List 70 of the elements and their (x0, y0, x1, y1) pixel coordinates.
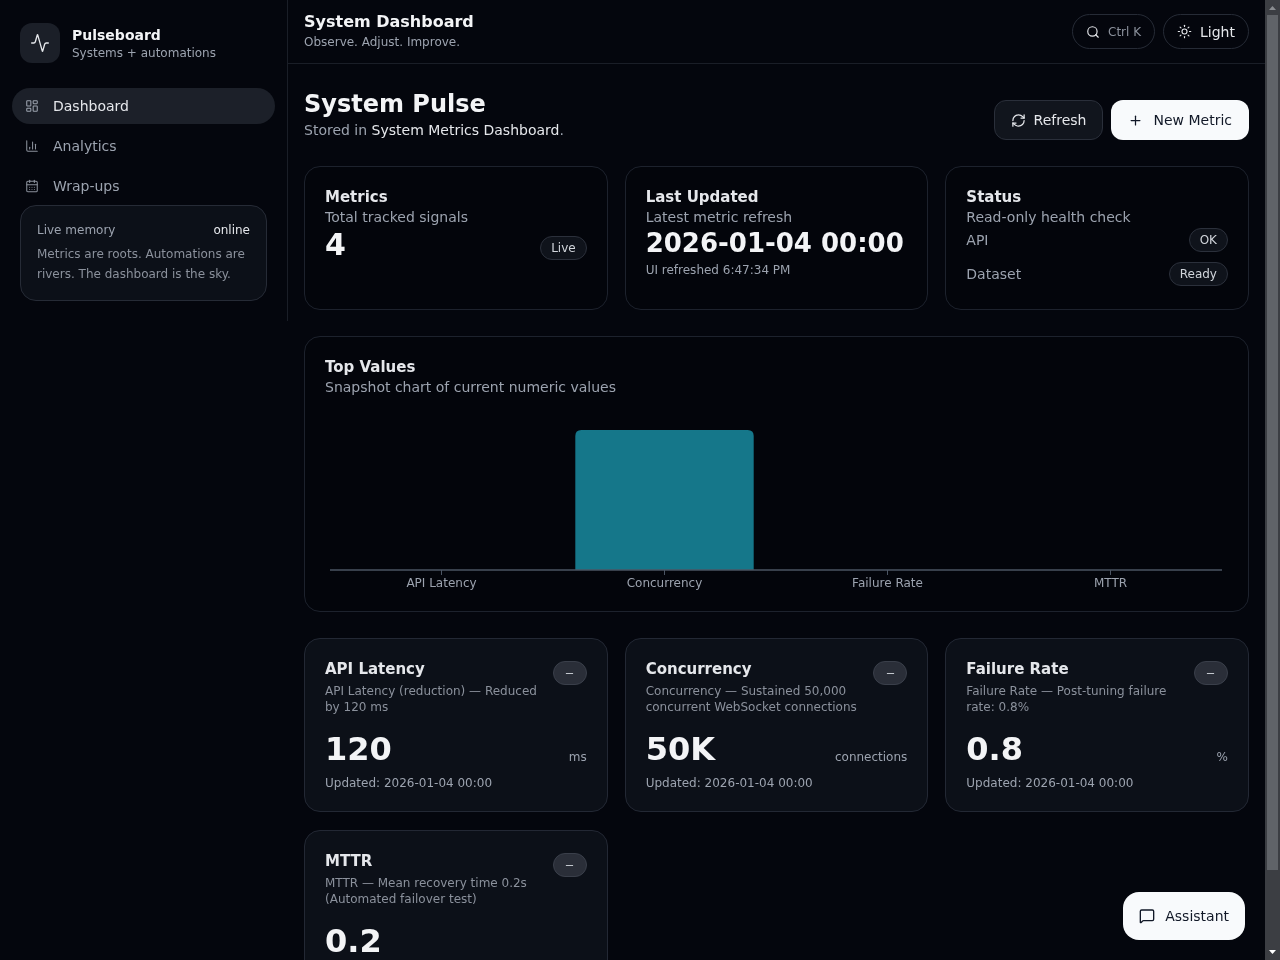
search-icon (1086, 24, 1100, 39)
nav-item[interactable]: Wrap-ups (12, 168, 275, 204)
minus-button[interactable] (873, 661, 908, 685)
metric-value: 50K (645, 733, 715, 765)
card-subtitle: Total tracked signals (325, 208, 469, 227)
nav-item[interactable]: Analytics (12, 128, 275, 164)
status-label: online (213, 222, 250, 238)
timestamp-value: 2026-01-04 00:00 (645, 227, 905, 259)
metric-unit: ms (568, 749, 587, 765)
metric-description: MTTR — Mean recovery time 0.2s (Automated failover test) (325, 875, 528, 907)
metric-unit: % (1216, 749, 1228, 765)
refresh-button[interactable]: Refresh (993, 100, 1104, 140)
refresh-note: UI refreshed 6:47:34 PM (645, 262, 792, 278)
metric-title: API Latency (325, 659, 426, 679)
assistant-button[interactable]: Assistant (1123, 892, 1245, 940)
plus-icon (1128, 112, 1144, 128)
brand-tagline: Systems + automations (72, 45, 216, 61)
chart-subtitle: Snapshot chart of current numeric values (325, 378, 617, 397)
sun-icon (1177, 24, 1193, 39)
header-title: System Dashboard (304, 11, 474, 32)
header-subtitle: Observe. Adjust. Improve. (304, 33, 462, 51)
card-title: Status (966, 187, 1023, 207)
up-arrow-icon (1269, 6, 1276, 10)
axis-label: Failure Rate (852, 576, 923, 590)
chart-title: Top Values (325, 357, 417, 377)
axis-label: MTTR (1093, 576, 1128, 590)
count-value: 4 (325, 227, 346, 263)
brand-name: Pulseboard (72, 26, 162, 45)
metric-value: 0.2 (325, 925, 382, 957)
metric-value: 120 (325, 733, 392, 765)
refresh-icon (1010, 112, 1026, 128)
nav-item[interactable]: Dashboard (12, 88, 275, 124)
memory-title: Live memory (37, 222, 116, 238)
minus-button[interactable] (552, 661, 587, 685)
status-badge: Ready (1168, 262, 1228, 286)
metric-description: API Latency (reduction) — Reduced by 120 ms (325, 683, 538, 715)
card-subtitle: Latest metric refresh (645, 208, 794, 227)
metric-unit: connections (834, 749, 908, 765)
grid-icon (25, 99, 39, 113)
updated-time: Updated: 2026-01-04 00:00 (966, 775, 1135, 791)
metric-title: MTTR (325, 851, 374, 871)
check-label: Dataset (966, 265, 1022, 284)
card-title: Metrics (325, 187, 389, 207)
metric-value: 0.8 (966, 733, 1023, 765)
calendar-icon (25, 179, 39, 193)
minus-button[interactable] (1194, 661, 1228, 685)
new-metric-button[interactable]: New Metric (1111, 100, 1249, 140)
bar-chart-icon (25, 139, 39, 153)
updated-time: Updated: 2026-01-04 00:00 (325, 775, 494, 791)
metric-title: Failure Rate (966, 659, 1070, 679)
scrollbar[interactable] (1265, 0, 1280, 960)
metric-title: Concurrency (645, 659, 753, 679)
metric-description: Failure Rate — Post-tuning failure rate: 0.8% (966, 683, 1168, 715)
page-subtitle: Stored in System Metrics Dashboard. (304, 121, 564, 140)
status-badge: OK (1188, 228, 1228, 252)
page-title: System Pulse (304, 89, 487, 120)
down-arrow-icon (1269, 950, 1276, 954)
scrollbar-thumb[interactable] (1267, 15, 1278, 870)
minus-button[interactable] (552, 853, 587, 877)
axis-label: API Latency (406, 576, 477, 590)
updated-time: Updated: 2026-01-04 00:00 (645, 775, 814, 791)
memory-text: Metrics are roots. Automations are rivers. The dashboard is the sky. (37, 246, 246, 283)
pulse-logo-icon (20, 23, 60, 63)
metric-description: Concurrency — Sustained 50,000 concurrent WebSocket connections (645, 683, 858, 715)
axis-label: Concurrency (626, 576, 703, 590)
chat-bubble-icon (1139, 908, 1156, 924)
live-badge: Live (540, 235, 587, 260)
card-title: Last Updated (645, 187, 760, 207)
card-subtitle: Read-only health check (966, 208, 1132, 227)
check-label: API (966, 231, 989, 250)
